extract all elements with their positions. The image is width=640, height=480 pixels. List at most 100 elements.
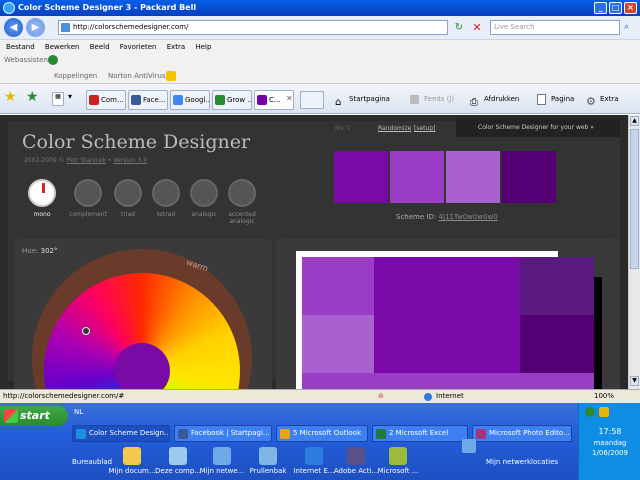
menu-extra[interactable]: Extra xyxy=(167,43,185,51)
tray-norton-icon[interactable] xyxy=(599,407,609,417)
hue-label: Hue: xyxy=(22,247,39,255)
ql-microsoft[interactable]: Microsoft ... xyxy=(374,447,422,475)
mode-tetrad-icon[interactable] xyxy=(152,179,180,207)
mode-label[interactable]: analogic xyxy=(184,211,224,218)
back-button[interactable]: ◀ xyxy=(4,18,23,37)
ql-network[interactable]: Mijn netwe... xyxy=(198,447,246,475)
tab-grow[interactable]: Grow ... xyxy=(212,90,252,110)
new-tab-button[interactable] xyxy=(300,91,324,109)
page-label: Pagina xyxy=(551,95,575,103)
ql-recycle-bin[interactable]: Prullenbak xyxy=(244,447,292,475)
tools-button[interactable]: ⚙ Extra xyxy=(586,90,618,108)
address-bar[interactable]: http://colorschemedesigner.com/ xyxy=(58,20,448,35)
ql-label: Internet E... xyxy=(293,467,335,475)
scheme-id-link[interactable]: 4J11Tw0w0w0w0 xyxy=(438,213,497,221)
copyright-text: 2002-2009 © xyxy=(24,157,67,164)
page-button[interactable]: Pagina xyxy=(537,90,574,108)
version-link[interactable]: Version 3.0 xyxy=(114,157,148,164)
scroll-thumb[interactable] xyxy=(630,129,639,269)
print-button[interactable]: ⎙ Afdrukken xyxy=(470,90,519,108)
clock-date: 1/06/2009 xyxy=(592,449,628,457)
tab-label: Googl... xyxy=(185,96,210,104)
feeds-label: Feeds (J) xyxy=(424,95,455,103)
author-link[interactable]: Petr Stanicek xyxy=(67,157,107,164)
search-icon[interactable]: ⌕ xyxy=(624,22,636,34)
links-norton[interactable]: Norton AntiVirus xyxy=(108,72,166,80)
mode-complement-icon[interactable] xyxy=(74,179,102,207)
links-koppelingen[interactable]: Koppelingen xyxy=(54,72,97,80)
refresh-icon[interactable]: ↻ xyxy=(452,20,466,35)
mode-triad-icon[interactable] xyxy=(114,179,142,207)
mode-analogic-icon[interactable] xyxy=(190,179,218,207)
page-content: Color Scheme Designer 2002-2009 © Petr S… xyxy=(0,115,628,389)
task-color-scheme[interactable]: Color Scheme Design... xyxy=(72,425,170,442)
menu-beeld[interactable]: Beeld xyxy=(90,43,110,51)
mode-mono-icon[interactable] xyxy=(28,179,56,207)
task-excel[interactable]: 2 Microsoft Excel xyxy=(372,425,468,442)
task-label: Facebook | Startpagi... xyxy=(191,429,270,437)
clock-time[interactable]: 17:58 xyxy=(579,427,640,436)
mode-accented-analogic-icon[interactable] xyxy=(228,179,256,207)
randomize-link[interactable]: Randomize xyxy=(378,125,411,132)
webassistent-label[interactable]: Webassistent xyxy=(4,56,51,64)
stop-icon[interactable]: ✕ xyxy=(470,20,484,35)
ql-internet-explorer[interactable]: Internet E... xyxy=(290,447,338,475)
close-tab-icon[interactable]: ✕ xyxy=(286,94,293,103)
task-outlook[interactable]: 5 Microsoft Outlook xyxy=(276,425,368,442)
ql-my-documents[interactable]: Mijn docum... xyxy=(108,447,156,475)
ql-my-computer[interactable]: Deze comp... xyxy=(154,447,202,475)
quicklaunch-desktop[interactable]: Bureaublad xyxy=(72,458,112,466)
task-photo-editor[interactable]: Microsoft Photo Edito... xyxy=(472,425,572,442)
ie-icon xyxy=(3,2,15,14)
mode-label[interactable]: tetrad xyxy=(148,211,184,218)
menu-help[interactable]: Help xyxy=(195,43,211,51)
system-tray: 17:58 maandag 1/06/2009 xyxy=(578,403,640,480)
scroll-up-icon[interactable]: ▲ xyxy=(630,116,639,126)
search-input[interactable]: Live Search xyxy=(490,20,620,35)
setup-link[interactable]: [setup] xyxy=(414,125,435,132)
quick-tabs-icon[interactable]: ▦ xyxy=(52,92,64,106)
mode-label[interactable]: complement xyxy=(66,211,110,218)
swatch-dark[interactable] xyxy=(502,151,556,203)
tab-google[interactable]: Googl... xyxy=(170,90,210,110)
zoom-level[interactable]: 100% xyxy=(594,390,614,403)
maximize-button[interactable]: □ xyxy=(609,2,622,14)
vertical-scrollbar[interactable]: ▲ ▼ xyxy=(628,115,640,389)
mode-label[interactable]: mono xyxy=(24,211,60,218)
swatch-primary[interactable] xyxy=(334,151,388,203)
menu-bewerken[interactable]: Bewerken xyxy=(45,43,80,51)
language-indicator[interactable]: NL xyxy=(74,408,83,416)
feeds-button[interactable]: Feeds (J) xyxy=(410,90,454,108)
scroll-down-icon[interactable]: ▼ xyxy=(630,376,639,386)
ql-network-places[interactable]: Mijn netwerklocaties xyxy=(486,458,558,466)
tab-facebook[interactable]: Face... xyxy=(128,90,168,110)
tab-list-icon[interactable]: ▾ xyxy=(68,92,82,106)
close-button[interactable]: × xyxy=(624,2,637,14)
title-bar: Color Scheme Designer 3 - Packard Bell _… xyxy=(0,0,640,16)
folder-icon xyxy=(123,447,141,465)
add-favorites-icon[interactable]: ★ xyxy=(26,89,39,105)
home-button[interactable]: ⌂ Startpagina xyxy=(335,90,390,108)
links-bar: Webassistent Koppelingen Norton AntiViru… xyxy=(0,54,640,84)
minimize-button[interactable]: _ xyxy=(594,2,607,14)
home-label: Startpagina xyxy=(349,95,390,103)
ql-adobe[interactable]: Adobe Acti... xyxy=(332,447,380,475)
hue-handle[interactable] xyxy=(82,327,90,335)
internet-zone-icon xyxy=(424,393,432,401)
task-facebook[interactable]: Facebook | Startpagi... xyxy=(174,425,272,442)
tab-label: Grow ... xyxy=(227,96,252,104)
forward-button[interactable]: ▶ xyxy=(26,18,45,37)
mode-label[interactable]: accented analogic xyxy=(222,211,262,225)
tagline-tab[interactable]: Color Scheme Designer for your web » xyxy=(456,119,620,137)
menu-favorieten[interactable]: Favorieten xyxy=(120,43,157,51)
menu-bestand[interactable]: Bestand xyxy=(6,43,35,51)
tab-com[interactable]: Com... xyxy=(86,90,126,110)
preview-block-darkest xyxy=(520,315,594,373)
swatch-light[interactable] xyxy=(390,151,444,203)
mode-label[interactable]: triad xyxy=(110,211,146,218)
swatch-pale[interactable] xyxy=(446,151,500,203)
task-label: Microsoft Photo Edito... xyxy=(489,429,570,437)
preview-shadow xyxy=(594,277,602,389)
favorites-star-icon[interactable]: ★ xyxy=(4,89,17,105)
tray-network-icon[interactable] xyxy=(585,407,595,417)
